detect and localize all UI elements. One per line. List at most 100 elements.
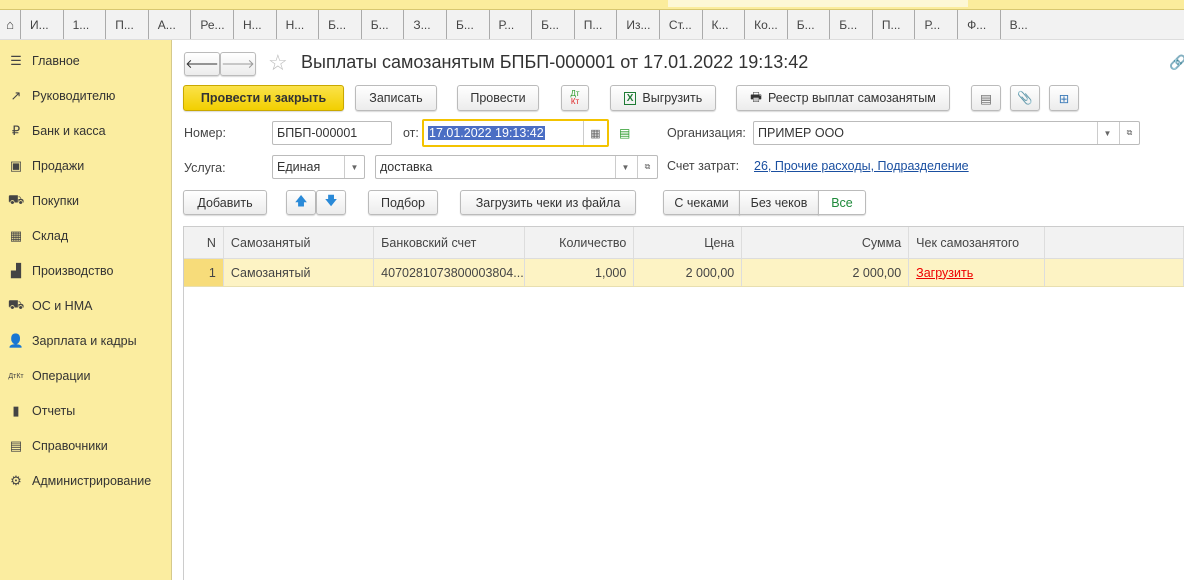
open-tab[interactable]: Б...: [445, 10, 489, 39]
pick-button[interactable]: Подбор: [368, 190, 438, 215]
back-button[interactable]: 🡐: [184, 52, 220, 76]
column-header[interactable]: Чек самозанятого: [909, 227, 1045, 258]
registry-button[interactable]: 🖶 Реестр выплат самозанятым: [736, 85, 950, 111]
sidebar-item-label: Производство: [32, 264, 114, 278]
open-tab[interactable]: П...: [573, 10, 617, 39]
export-button[interactable]: X Выгрузить: [610, 85, 716, 111]
date-field[interactable]: 17.01.2022 19:13:42 ▦: [422, 119, 609, 147]
open-tab[interactable]: Р...: [914, 10, 957, 39]
sidebar-item[interactable]: ▦ Склад: [0, 222, 171, 250]
sidebar-item[interactable]: ⛟ ОС и НМА: [0, 292, 171, 320]
chevron-down-icon[interactable]: ▼: [1097, 122, 1117, 144]
open-tab[interactable]: Ф...: [957, 10, 1000, 39]
open-tab[interactable]: В...: [999, 10, 1043, 39]
sidebar-item[interactable]: ▟ Производство: [0, 257, 171, 285]
table-row[interactable]: 1 Самозанятый 4070281073800003804... 1,000 2…: [184, 259, 1184, 287]
document-form: 🡐 🡒 ☆ Выплаты самозанятым БПБП-000001 от…: [172, 40, 1184, 580]
save-button[interactable]: Записать: [355, 85, 437, 111]
truck-icon: ⛟: [7, 297, 25, 312]
factory-icon: ▟: [11, 263, 21, 278]
column-header[interactable]: Самозанятый: [224, 227, 375, 258]
load-receipts-button[interactable]: Загрузить чеки из файла: [460, 190, 636, 215]
status-icon[interactable]: ▤: [619, 126, 630, 140]
move-up-button[interactable]: 🡅: [286, 190, 316, 215]
filter-all[interactable]: Все: [818, 190, 866, 215]
open-tab[interactable]: Из...: [616, 10, 659, 39]
list-icon[interactable]: ▤: [971, 85, 1001, 111]
cost-label: Счет затрат:: [667, 159, 740, 173]
open-tab[interactable]: К...: [701, 10, 745, 39]
open-tab[interactable]: Ре...: [190, 10, 233, 39]
sidebar-item[interactable]: ▤ Справочники: [0, 432, 171, 460]
column-header[interactable]: Цена: [634, 227, 743, 258]
sidebar: ☰ Главное ↗ Руководителю ₽ Банк и касса ▣ Прода…: [0, 40, 172, 580]
sidebar-item[interactable]: ₽ Банк и касса: [0, 117, 171, 145]
open-tab[interactable]: П...: [871, 10, 915, 39]
dt-kt-button[interactable]: Дт Кт: [561, 85, 589, 111]
open-tab[interactable]: И...: [20, 10, 63, 39]
open-tabs-bar: ⌂ И... 1... П... А... Ре... Н... Н... Б... Б... З…: [0, 10, 1184, 40]
load-receipt-link[interactable]: Загрузить: [909, 259, 1045, 286]
table-cell: [1045, 259, 1184, 286]
service-type-select[interactable]: Единая ▼: [272, 155, 365, 179]
open-tab[interactable]: А...: [147, 10, 191, 39]
sidebar-item[interactable]: ДтКт Операции: [0, 362, 171, 390]
number-field[interactable]: БПБП-000001: [272, 121, 392, 145]
post-and-close-button[interactable]: Провести и закрыть: [183, 85, 344, 111]
table-cell: 1: [184, 259, 224, 286]
column-header[interactable]: Банковский счет: [374, 227, 526, 258]
open-tab[interactable]: Н...: [232, 10, 276, 39]
open-icon[interactable]: ⧉: [1119, 122, 1139, 144]
open-tab[interactable]: Б...: [829, 10, 872, 39]
sidebar-item-label: Отчеты: [32, 404, 76, 418]
open-tab[interactable]: Ко...: [744, 10, 787, 39]
paperclip-icon[interactable]: 📎: [1010, 85, 1040, 111]
open-tab[interactable]: Б...: [786, 10, 830, 39]
calendar-icon[interactable]: ▦: [583, 121, 607, 145]
service-label: Услуга:: [184, 161, 226, 175]
open-tab[interactable]: П...: [105, 10, 148, 39]
open-tab[interactable]: Р...: [488, 10, 532, 39]
chevron-down-icon[interactable]: ▼: [615, 156, 635, 178]
open-tab[interactable]: Б...: [318, 10, 361, 39]
open-tab[interactable]: Н...: [275, 10, 319, 39]
column-header[interactable]: Количество: [525, 227, 635, 258]
search-input[interactable]: [668, 0, 968, 7]
structure-icon[interactable]: ⊞: [1049, 85, 1079, 111]
filter-with-receipts[interactable]: С чеками: [663, 190, 740, 215]
sidebar-item-label: Справочники: [32, 439, 108, 453]
sidebar-item[interactable]: ▮ Отчеты: [0, 397, 171, 425]
add-button[interactable]: Добавить: [183, 190, 267, 215]
sidebar-item[interactable]: 👤 Зарплата и кадры: [0, 327, 171, 355]
column-header[interactable]: N: [184, 227, 224, 258]
sidebar-item[interactable]: ⛟ Покупки: [0, 187, 171, 215]
sidebar-item[interactable]: ☰ Главное: [0, 47, 171, 75]
table-header: N Самозанятый Банковский счет Количество Цен…: [184, 227, 1184, 259]
table-cell: 2 000,00: [634, 259, 743, 286]
open-tab[interactable]: З...: [403, 10, 446, 39]
open-icon[interactable]: ⧉: [637, 156, 657, 178]
link-icon[interactable]: 🔗: [1169, 54, 1184, 71]
table-cell: Самозанятый: [224, 259, 375, 286]
forward-button[interactable]: 🡒: [220, 52, 256, 76]
org-field[interactable]: ПРИМЕР ООО ▼ ⧉: [753, 121, 1140, 145]
sidebar-item[interactable]: ▣ Продажи: [0, 152, 171, 180]
sidebar-item[interactable]: ⚙ Администрирование: [0, 467, 171, 495]
open-tab[interactable]: Б...: [360, 10, 404, 39]
open-tab[interactable]: 1...: [62, 10, 106, 39]
sidebar-item-label: Зарплата и кадры: [32, 334, 137, 348]
top-bar: [0, 0, 1184, 10]
chevron-down-icon[interactable]: ▼: [344, 156, 364, 178]
service-field[interactable]: доставка ▼ ⧉: [375, 155, 658, 179]
cost-account-link[interactable]: 26, Прочие расходы, Подразделение: [754, 159, 969, 173]
open-tab[interactable]: Б...: [531, 10, 574, 39]
favorite-star-icon[interactable]: ☆: [268, 50, 288, 76]
column-header[interactable]: Сумма: [742, 227, 910, 258]
post-button[interactable]: Провести: [457, 85, 539, 111]
home-icon[interactable]: ⌂: [0, 10, 20, 39]
filter-without-receipts[interactable]: Без чеков: [739, 190, 819, 215]
open-tab[interactable]: Ст...: [658, 10, 702, 39]
payments-table: N Самозанятый Банковский счет Количество Цен…: [183, 226, 1184, 580]
sidebar-item[interactable]: ↗ Руководителю: [0, 82, 171, 110]
move-down-button[interactable]: 🡇: [316, 190, 346, 215]
